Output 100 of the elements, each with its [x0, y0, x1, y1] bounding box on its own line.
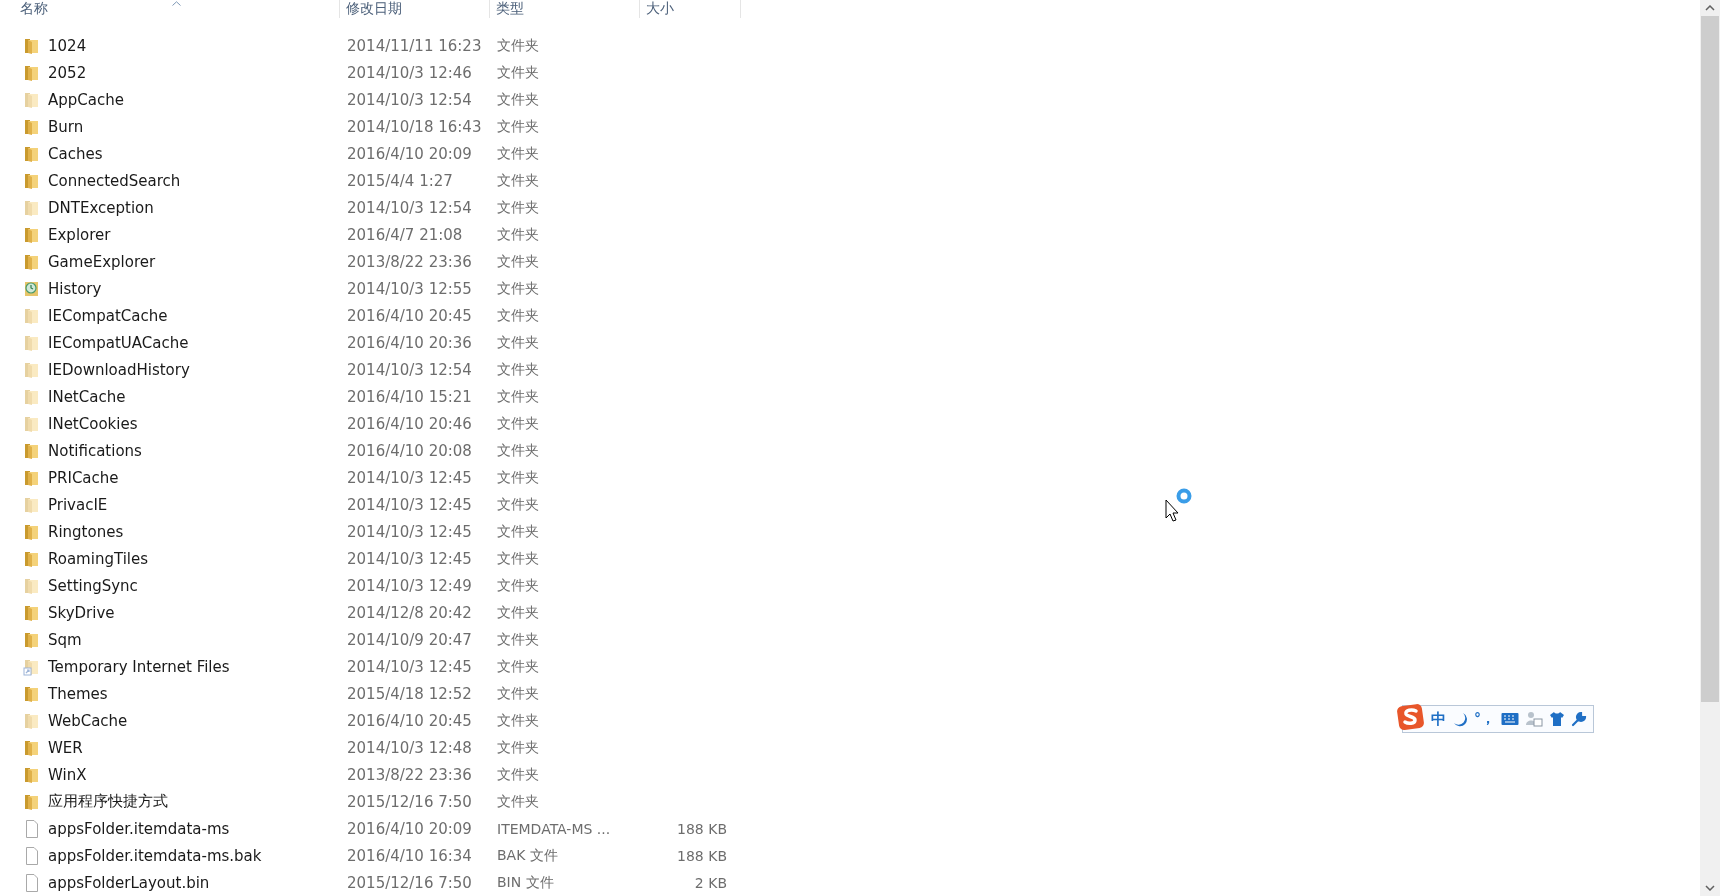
file-name[interactable]: appsFolderLayout.bin: [48, 873, 210, 892]
file-type: 文件夹: [497, 468, 540, 487]
file-type: 文件夹: [497, 171, 540, 190]
file-type: 文件夹: [497, 117, 540, 136]
file-name[interactable]: WebCache: [48, 711, 128, 730]
file-type: 文件夹: [497, 738, 540, 757]
file-type: 文件夹: [497, 252, 540, 271]
file-type: 文件夹: [497, 441, 540, 460]
modified-date: 2013/8/22 23:36: [347, 765, 473, 784]
keyboard-icon[interactable]: [1501, 712, 1519, 726]
column-header[interactable]: 类型: [496, 0, 524, 18]
file-type: BAK 文件: [497, 846, 559, 865]
modified-date: 2014/10/18 16:43: [347, 117, 483, 136]
scrollbar-thumb[interactable]: [1701, 16, 1719, 702]
file-type: 文件夹: [497, 495, 540, 514]
input-mode-toggle[interactable]: 中: [1431, 709, 1446, 729]
modified-date: 2016/4/7 21:08: [347, 225, 464, 244]
modified-date: 2016/4/10 15:21: [347, 387, 473, 406]
modified-date: 2016/4/10 20:08: [347, 441, 473, 460]
file-type: 文件夹: [497, 414, 540, 433]
file-type: 文件夹: [497, 360, 540, 379]
file-type: 文件夹: [497, 387, 540, 406]
file-size: 2 KB: [694, 874, 727, 891]
file-name[interactable]: IECompatCache: [48, 306, 168, 325]
file-type: 文件夹: [497, 549, 540, 568]
file-type: 文件夹: [497, 144, 540, 163]
file-name[interactable]: INetCookies: [48, 414, 138, 433]
file-name[interactable]: PrivacIE: [48, 495, 108, 514]
file-name[interactable]: GameExplorer: [48, 252, 156, 271]
file-type: 文件夹: [497, 711, 540, 730]
modified-date: 2016/4/10 20:45: [347, 711, 473, 730]
modified-date: 2014/10/3 12:45: [347, 468, 473, 487]
file-name[interactable]: appsFolder.itemdata-ms.bak: [48, 846, 262, 865]
file-name[interactable]: Sqm: [48, 630, 82, 649]
scroll-up-icon[interactable]: [1705, 5, 1715, 11]
modified-date: 2015/12/16 7:50: [347, 873, 473, 892]
modified-date: 2016/4/10 20:46: [347, 414, 473, 433]
file-name[interactable]: PRICache: [48, 468, 119, 487]
file-name[interactable]: Burn: [48, 117, 84, 136]
file-type: 文件夹: [497, 603, 540, 622]
file-name[interactable]: SettingSync: [48, 576, 138, 595]
modified-date: 2016/4/10 20:09: [347, 144, 473, 163]
wrench-icon[interactable]: [1571, 711, 1587, 727]
file-name[interactable]: WinX: [48, 765, 87, 784]
file-type: 文件夹: [497, 522, 540, 541]
modified-date: 2014/10/3 12:45: [347, 549, 473, 568]
file-name[interactable]: 1024: [48, 36, 87, 55]
file-name[interactable]: INetCache: [48, 387, 126, 406]
file-name[interactable]: DNTException: [48, 198, 154, 217]
punctuation-toggle[interactable]: °，: [1474, 710, 1495, 728]
file-name[interactable]: Temporary Internet Files: [48, 657, 230, 676]
file-name[interactable]: Caches: [48, 144, 103, 163]
file-name[interactable]: 应用程序快捷方式: [48, 792, 168, 811]
modified-date: 2014/10/3 12:54: [347, 198, 473, 217]
file-name[interactable]: IEDownloadHistory: [48, 360, 190, 379]
file-type: 文件夹: [497, 630, 540, 649]
moon-icon[interactable]: [1452, 711, 1468, 727]
file-type: 文件夹: [497, 198, 540, 217]
modified-date: 2016/4/10 16:34: [347, 846, 473, 865]
modified-date: 2015/12/16 7:50: [347, 792, 473, 811]
file-name[interactable]: 2052: [48, 63, 87, 82]
modified-date: 2014/10/3 12:49: [347, 576, 473, 595]
modified-date: 2013/8/22 23:36: [347, 252, 473, 271]
file-type: BIN 文件: [497, 873, 555, 892]
modified-date: 2014/10/3 12:45: [347, 522, 473, 541]
file-size: 188 KB: [677, 847, 727, 864]
file-type: 文件夹: [497, 333, 540, 352]
ime-logo-icon[interactable]: [1397, 703, 1425, 731]
column-header[interactable]: 大小: [646, 0, 674, 18]
modified-date: 2014/10/9 20:47: [347, 630, 473, 649]
file-name[interactable]: History: [48, 279, 102, 298]
file-name[interactable]: Ringtones: [48, 522, 124, 541]
file-type: 文件夹: [497, 792, 540, 811]
shirt-icon[interactable]: [1549, 711, 1565, 727]
file-name[interactable]: IECompatUACache: [48, 333, 189, 352]
file-name[interactable]: AppCache: [48, 90, 124, 109]
file-type: 文件夹: [497, 279, 540, 298]
file-name[interactable]: RoamingTiles: [48, 549, 148, 568]
file-name[interactable]: Notifications: [48, 441, 142, 460]
modified-date: 2014/10/3 12:45: [347, 657, 473, 676]
modified-date: 2015/4/4 1:27: [347, 171, 454, 190]
modified-date: 2014/10/3 12:45: [347, 495, 473, 514]
file-name[interactable]: SkyDrive: [48, 603, 115, 622]
modified-date: 2016/4/10 20:09: [347, 819, 473, 838]
scroll-down-icon[interactable]: [1705, 885, 1715, 891]
column-header[interactable]: 修改日期: [346, 0, 402, 18]
file-type: 文件夹: [497, 765, 540, 784]
file-name[interactable]: Explorer: [48, 225, 111, 244]
modified-date: 2015/4/18 12:52: [347, 684, 473, 703]
file-type: 文件夹: [497, 684, 540, 703]
modified-date: 2014/12/8 20:42: [347, 603, 473, 622]
modified-date: 2014/10/3 12:54: [347, 90, 473, 109]
column-header[interactable]: 名称: [20, 0, 48, 18]
file-name[interactable]: appsFolder.itemdata-ms: [48, 819, 230, 838]
vertical-scrollbar[interactable]: [1700, 0, 1720, 896]
file-name[interactable]: WER: [48, 738, 83, 757]
modified-date: 2014/11/11 16:23: [347, 36, 483, 55]
file-name[interactable]: Themes: [48, 684, 108, 703]
file-name[interactable]: ConnectedSearch: [48, 171, 181, 190]
file-type: 文件夹: [497, 36, 540, 55]
